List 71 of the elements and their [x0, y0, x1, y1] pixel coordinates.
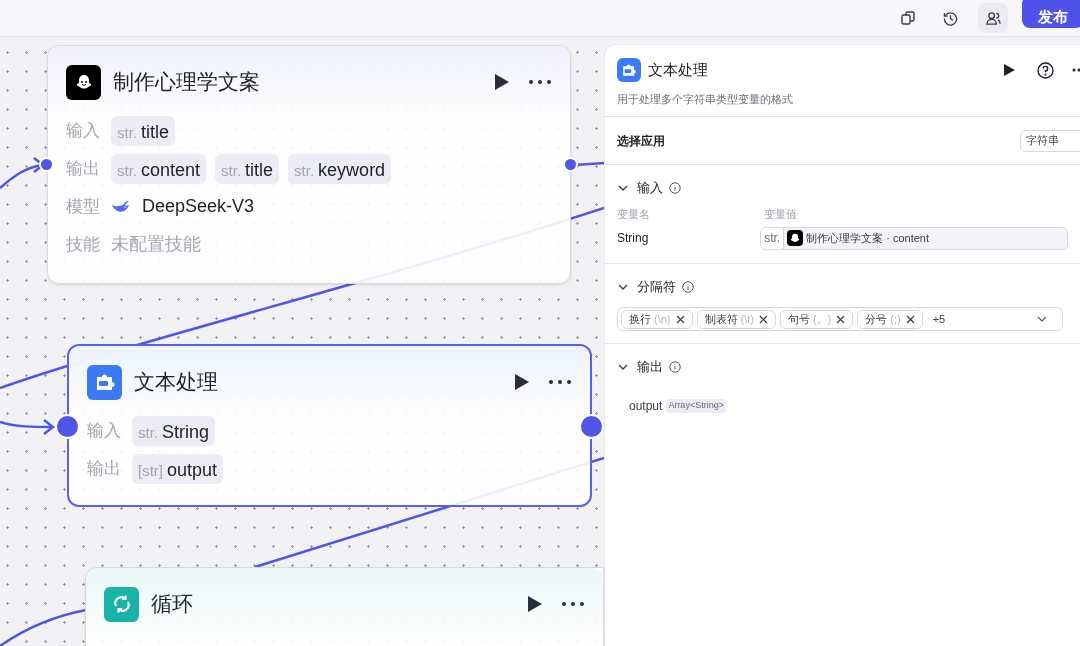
chevron-down-icon[interactable]: [617, 185, 629, 191]
panel-title: 文本处理: [648, 59, 709, 80]
row-label: 技能: [66, 233, 100, 256]
more-count: +5: [932, 311, 947, 327]
input-port[interactable]: [41, 159, 52, 170]
separator-tag[interactable]: 换行 (\n): [621, 309, 693, 329]
separator-tag[interactable]: 句号 (。): [779, 309, 854, 329]
variable-tag: str. keyword: [288, 153, 392, 184]
play-icon[interactable]: [527, 595, 543, 613]
row-label: 输出: [87, 457, 121, 480]
bot-icon: [66, 64, 101, 100]
row-label: 输入: [66, 119, 100, 142]
more-icon[interactable]: [548, 379, 572, 385]
row-label: 输出: [66, 157, 100, 180]
column-header: 变量名: [617, 206, 651, 222]
close-icon[interactable]: [675, 314, 685, 324]
info-icon: [669, 361, 681, 373]
row-label: 模型: [66, 195, 100, 218]
node-title: 循环: [151, 591, 194, 618]
output-port[interactable]: [565, 159, 576, 170]
node-card[interactable]: 循环: [85, 567, 604, 646]
model-name: DeepSeek-V3: [142, 195, 255, 218]
more-icon[interactable]: [528, 79, 552, 85]
separator-tag[interactable]: 分号 (;): [857, 309, 923, 329]
app-select[interactable]: 字符串: [1020, 129, 1080, 152]
output-port[interactable]: [581, 416, 602, 437]
info-icon: [669, 182, 681, 194]
help-icon[interactable]: [1037, 61, 1054, 79]
info-icon: [682, 281, 694, 293]
node-card[interactable]: 制作心理学文案 输入 str. title 输出 str. content str. title str. keyword 模型 DeepSeek-V3 技能 未配置技能: [47, 45, 571, 284]
section-title: 输入: [637, 179, 663, 198]
type-tag: Array<String>: [666, 399, 726, 413]
play-icon[interactable]: [494, 73, 510, 91]
column-header: 变量值: [764, 206, 797, 222]
play-icon[interactable]: [1004, 64, 1015, 76]
connector-line: [0, 418, 55, 436]
variable-tag: [str] output: [132, 453, 224, 484]
chevron-down-icon[interactable]: [617, 284, 629, 290]
chevron-down-icon[interactable]: [617, 364, 629, 370]
field-label: 选择应用: [617, 132, 665, 150]
chevron-down-icon[interactable]: [1037, 316, 1047, 322]
publish-button[interactable]: 发布: [1022, 0, 1080, 28]
whale-icon: [111, 198, 131, 215]
puzzle-icon: [617, 58, 641, 82]
close-icon[interactable]: [905, 314, 915, 324]
node-card[interactable]: 文本处理 输入 str. String 输出 [str] output: [67, 344, 592, 507]
panel-description: 用于处理多个字符串类型变量的格式: [605, 89, 1080, 117]
bot-icon: [787, 230, 804, 246]
more-icon[interactable]: [561, 601, 585, 607]
users-icon[interactable]: [978, 3, 1008, 33]
separator-tag[interactable]: 制表符 (\t): [696, 309, 776, 329]
variable-tag: str. title: [111, 115, 176, 146]
variable-tag: str. title: [215, 153, 280, 184]
close-icon[interactable]: [758, 314, 768, 324]
node-title: 制作心理学文案: [113, 69, 261, 96]
puzzle-icon: [87, 364, 122, 400]
loop-icon: [104, 586, 139, 622]
close-icon[interactable]: [836, 314, 846, 324]
output-name: output: [629, 398, 663, 415]
separator-select[interactable]: 换行 (\n) 制表符 (\t) 句号 (。) 分号 (;) +5: [617, 307, 1063, 331]
variable-name: String: [617, 230, 650, 247]
section-title: 分隔符: [637, 278, 676, 297]
variable-tag: str. content: [111, 153, 207, 184]
play-icon[interactable]: [514, 373, 530, 391]
input-port[interactable]: [57, 416, 78, 437]
row-label: 输入: [87, 419, 121, 442]
variable-tag: str. String: [132, 415, 216, 446]
skills-placeholder: 未配置技能: [111, 233, 201, 256]
node-title: 文本处理: [134, 369, 219, 396]
variable-value-field[interactable]: str. 制作心理学文案 · content: [760, 226, 1068, 250]
section-title: 输出: [637, 358, 663, 377]
